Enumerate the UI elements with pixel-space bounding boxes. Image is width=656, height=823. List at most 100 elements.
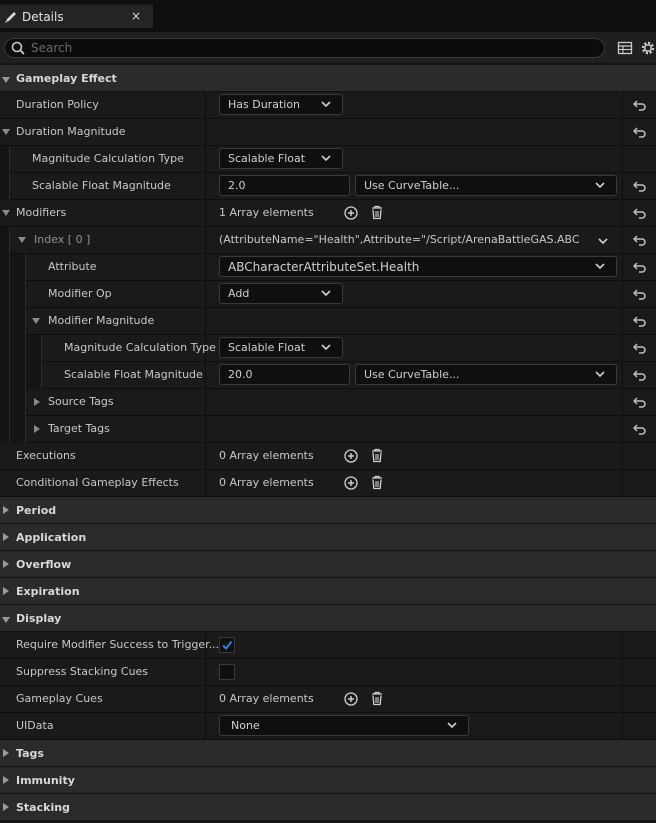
gear-icon[interactable] — [640, 40, 656, 56]
category-tags[interactable]: Tags — [0, 740, 656, 767]
category-immunity[interactable]: Immunity — [0, 767, 656, 794]
reset-to-default-icon[interactable] — [633, 180, 647, 192]
property-label: Source Tags — [48, 395, 114, 408]
property-target-tags[interactable]: Target Tags — [0, 416, 656, 443]
category-label: Immunity — [16, 774, 75, 787]
property-label: UIData — [16, 719, 54, 732]
reset-to-default-icon[interactable] — [633, 315, 647, 327]
category-label: Application — [16, 531, 87, 544]
trash-icon[interactable] — [370, 691, 384, 706]
expand-arrow-icon[interactable] — [2, 77, 10, 83]
add-element-icon[interactable] — [344, 476, 358, 490]
pencil-icon — [3, 9, 19, 25]
suppress-stacking-checkbox[interactable] — [219, 664, 235, 680]
expand-arrow-icon[interactable] — [2, 617, 10, 623]
tab-title: Details — [22, 10, 64, 24]
reset-to-default-icon[interactable] — [633, 396, 647, 408]
property-uidata: UIData None — [0, 713, 656, 740]
close-icon[interactable]: × — [131, 9, 141, 23]
scalable-float-input[interactable]: 2.0 — [219, 175, 350, 196]
duration-policy-dropdown[interactable]: Has Duration — [219, 94, 343, 115]
array-count: 0 Array elements — [219, 692, 314, 705]
curve-table-dropdown[interactable]: Use CurveTable... — [355, 364, 617, 385]
expand-arrow-icon[interactable] — [3, 506, 9, 514]
add-element-icon[interactable] — [344, 449, 358, 463]
attribute-dropdown[interactable]: ABCharacterAttributeSet.Health — [219, 256, 617, 277]
reset-to-default-icon[interactable] — [633, 126, 647, 138]
property-require-modifier-success: Require Modifier Success to Trigger... — [0, 632, 656, 659]
property-label: Duration Policy — [16, 98, 99, 111]
tab-details[interactable]: Details × — [0, 4, 153, 28]
category-label: Stacking — [16, 801, 70, 814]
reset-to-default-icon[interactable] — [633, 207, 647, 219]
uidata-dropdown[interactable]: None — [219, 715, 469, 736]
magnitude-calculation-type-dropdown[interactable]: Scalable Float — [219, 337, 343, 358]
category-label: Tags — [16, 747, 44, 760]
reset-to-default-icon[interactable] — [633, 234, 647, 246]
expand-arrow-icon[interactable] — [3, 533, 9, 541]
expand-arrow-icon[interactable] — [34, 398, 40, 406]
trash-icon[interactable] — [370, 448, 384, 463]
expand-arrow-icon[interactable] — [3, 587, 9, 595]
category-overflow[interactable]: Overflow — [0, 551, 656, 578]
expand-arrow-icon[interactable] — [32, 318, 40, 324]
checkmark-icon — [222, 640, 233, 651]
add-element-icon[interactable] — [344, 206, 358, 220]
property-modifier-magnitude[interactable]: Modifier Magnitude — [0, 308, 656, 335]
chevron-down-icon — [321, 155, 331, 162]
category-application[interactable]: Application — [0, 524, 656, 551]
expand-arrow-icon[interactable] — [2, 210, 10, 216]
add-element-icon[interactable] — [344, 692, 358, 706]
require-modifier-checkbox[interactable] — [219, 637, 235, 653]
table-view-icon[interactable] — [617, 40, 633, 56]
chevron-down-icon — [595, 371, 605, 378]
category-label: Overflow — [16, 558, 72, 571]
expand-arrow-icon[interactable] — [3, 560, 9, 568]
index-value: (AttributeName="Health",Attribute="/Scri… — [219, 233, 579, 246]
property-index-0[interactable]: Index [ 0 ] (AttributeName="Health",Attr… — [0, 227, 656, 254]
reset-to-default-icon[interactable] — [633, 342, 647, 354]
category-stacking[interactable]: Stacking — [0, 794, 656, 821]
array-count: 0 Array elements — [219, 476, 314, 489]
category-gameplay-effect[interactable]: Gameplay Effect — [0, 65, 656, 92]
scalable-float-input[interactable]: 20.0 — [219, 364, 350, 385]
curve-table-dropdown[interactable]: Use CurveTable... — [355, 175, 617, 196]
property-gameplay-cues: Gameplay Cues 0 Array elements — [0, 686, 656, 713]
expand-arrow-icon[interactable] — [2, 129, 10, 135]
property-label: Index [ 0 ] — [34, 233, 91, 246]
chevron-down-icon[interactable] — [597, 236, 609, 246]
reset-to-default-icon[interactable] — [633, 261, 647, 273]
reset-to-default-icon[interactable] — [633, 423, 647, 435]
expand-arrow-icon[interactable] — [3, 749, 9, 757]
trash-icon[interactable] — [370, 475, 384, 490]
category-period[interactable]: Period — [0, 497, 656, 524]
search-box[interactable] — [4, 38, 605, 58]
category-expiration[interactable]: Expiration — [0, 578, 656, 605]
property-source-tags[interactable]: Source Tags — [0, 389, 656, 416]
expand-arrow-icon[interactable] — [3, 776, 9, 784]
property-conditional-gameplay-effects: Conditional Gameplay Effects 0 Array ele… — [0, 470, 656, 497]
property-duration-magnitude[interactable]: Duration Magnitude — [0, 119, 656, 146]
category-label: Display — [16, 612, 62, 625]
expand-arrow-icon[interactable] — [3, 803, 9, 811]
property-modifier-op: Modifier Op Add — [0, 281, 656, 308]
category-display[interactable]: Display — [0, 605, 656, 632]
chevron-down-icon — [595, 182, 605, 189]
reset-to-default-icon[interactable] — [633, 369, 647, 381]
property-label: Modifier Magnitude — [48, 314, 155, 327]
property-attribute: Attribute ABCharacterAttributeSet.Health — [0, 254, 656, 281]
property-mm-calculation-type: Magnitude Calculation Type Scalable Floa… — [0, 335, 656, 362]
reset-to-default-icon[interactable] — [633, 99, 647, 111]
property-modifiers[interactable]: Modifiers 1 Array elements — [0, 200, 656, 227]
modifier-op-dropdown[interactable]: Add — [219, 283, 343, 304]
search-input[interactable] — [31, 40, 591, 56]
magnitude-calculation-type-dropdown[interactable]: Scalable Float — [219, 148, 343, 169]
property-label: Modifier Op — [48, 287, 112, 300]
trash-icon[interactable] — [370, 205, 384, 220]
expand-arrow-icon[interactable] — [18, 237, 26, 243]
property-duration-policy: Duration Policy Has Duration — [0, 92, 656, 119]
expand-arrow-icon[interactable] — [34, 425, 40, 433]
reset-to-default-icon[interactable] — [633, 288, 647, 300]
property-label: Gameplay Cues — [16, 692, 103, 705]
property-label: Magnitude Calculation Type — [64, 341, 216, 354]
